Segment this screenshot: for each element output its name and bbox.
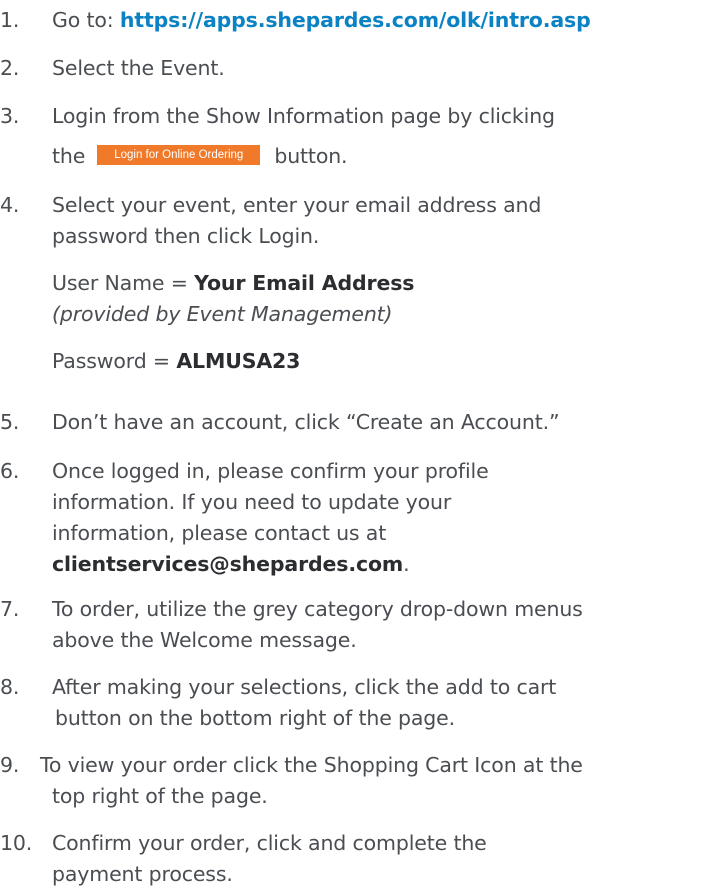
login-for-online-ordering-button[interactable]: Login for Online Ordering bbox=[97, 145, 261, 165]
username-value: Your Email Address bbox=[194, 271, 415, 295]
username-line: User Name = Your Email Address bbox=[52, 271, 415, 295]
step-text: Once logged in, please confirm your prof… bbox=[52, 459, 489, 483]
instructions-document: 1. Go to: https://apps.shepardes.com/olk… bbox=[0, 0, 701, 886]
step-number: 1. bbox=[0, 8, 20, 32]
client-services-email-link[interactable]: clientservices@shepardes.com bbox=[52, 552, 403, 576]
step-number: 8. bbox=[0, 675, 20, 699]
step-number: 3. bbox=[0, 104, 20, 128]
step-text: Don’t have an account, click “Create an … bbox=[52, 410, 560, 434]
step-text: above the Welcome message. bbox=[52, 628, 357, 652]
password-value: ALMUSA23 bbox=[176, 349, 301, 373]
step-number: 10. bbox=[0, 831, 33, 855]
step-number: 4. bbox=[0, 193, 20, 217]
password-line: Password = ALMUSA23 bbox=[52, 349, 301, 373]
username-note: (provided by Event Management) bbox=[52, 302, 393, 326]
step-number: 5. bbox=[0, 410, 20, 434]
step-text: To order, utilize the grey category drop… bbox=[52, 597, 583, 621]
step-text: Login from the Show Information page by … bbox=[52, 104, 555, 128]
step-text: information, please contact us at bbox=[52, 521, 387, 545]
step-text: top right of the page. bbox=[52, 784, 268, 808]
step-text: Confirm your order, click and complete t… bbox=[52, 831, 487, 855]
step-text: To view your order click the Shopping Ca… bbox=[40, 753, 583, 777]
step-text: Select your event, enter your email addr… bbox=[52, 193, 542, 217]
step-text: payment process. bbox=[52, 862, 233, 886]
step-text: button on the bottom right of the page. bbox=[55, 706, 455, 730]
step-text: button. bbox=[274, 144, 348, 168]
step-number: 7. bbox=[0, 597, 20, 621]
step-text: Select the Event. bbox=[52, 56, 225, 80]
step-text: the bbox=[52, 144, 86, 168]
step-text: After making your selections, click the … bbox=[52, 675, 557, 699]
step-number: 2. bbox=[0, 56, 20, 80]
step-number: 9. bbox=[0, 753, 20, 777]
intro-url-link[interactable]: https://apps.shepardes.com/olk/intro.asp bbox=[120, 8, 591, 32]
step-text: password then click Login. bbox=[52, 224, 320, 248]
step-number: 6. bbox=[0, 459, 20, 483]
step-text: information. If you need to update your bbox=[52, 490, 452, 514]
step-text: Go to: bbox=[52, 8, 120, 32]
